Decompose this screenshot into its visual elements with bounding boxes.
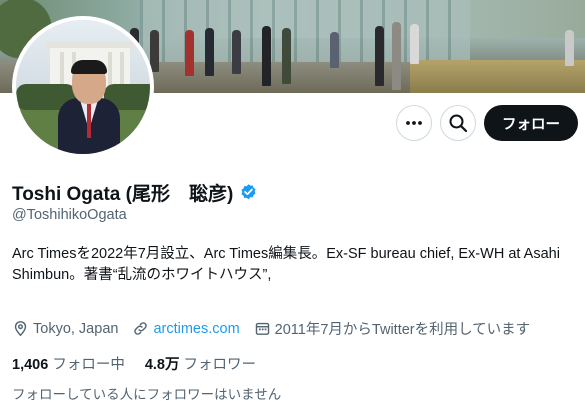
banner-person bbox=[565, 30, 574, 66]
website[interactable]: arctimes.com bbox=[132, 320, 240, 337]
banner-person bbox=[410, 24, 419, 64]
search-button[interactable] bbox=[440, 105, 476, 141]
banner-person bbox=[375, 26, 384, 86]
following-count: 1,406 bbox=[12, 357, 49, 373]
banner-person bbox=[330, 32, 339, 68]
following-stat[interactable]: 1,406 フォロー中 bbox=[12, 353, 125, 374]
banner-grass bbox=[410, 60, 585, 93]
profile-meta: Tokyo, Japan arctimes.com 2011年7月からTwitt… bbox=[12, 318, 544, 339]
user-handle: @ToshihikoOgata bbox=[12, 207, 127, 223]
website-link[interactable]: arctimes.com bbox=[153, 321, 239, 337]
profile-bio: Arc Timesを2022年7月設立、Arc Times編集長。Ex-SF b… bbox=[12, 244, 577, 286]
banner-person bbox=[150, 30, 159, 72]
bio-line: Shimbun。著書“乱流のホワイトハウス”, bbox=[12, 267, 272, 283]
follow-stats: 1,406 フォロー中 4.8万 フォロワー bbox=[12, 353, 276, 374]
verified-badge-icon[interactable] bbox=[239, 183, 258, 202]
search-icon bbox=[449, 114, 468, 133]
followers-you-know: フォローしている人にフォロワーはいません bbox=[12, 387, 282, 402]
location-text: Tokyo, Japan bbox=[33, 320, 119, 337]
name-row: Toshi Ogata (尾形 聡彦) bbox=[12, 179, 258, 206]
location: Tokyo, Japan bbox=[12, 320, 118, 337]
avatar-lanyard bbox=[87, 104, 91, 138]
banner-person bbox=[205, 28, 214, 76]
banner-person bbox=[185, 30, 194, 76]
follow-button[interactable]: フォロー bbox=[484, 105, 578, 141]
join-date: 2011年7月からTwitterを利用しています bbox=[254, 318, 531, 339]
join-date-text: 2011年7月からTwitterを利用しています bbox=[274, 322, 531, 338]
bio-line: Arc Timesを2022年7月設立、Arc Times編集長。Ex-SF b… bbox=[12, 246, 560, 262]
more-button[interactable] bbox=[396, 105, 432, 141]
followers-count: 4.8万 bbox=[144, 357, 180, 373]
banner-person bbox=[262, 26, 271, 86]
profile-avatar[interactable] bbox=[12, 16, 154, 158]
banner-person bbox=[392, 22, 401, 90]
banner-person bbox=[282, 28, 291, 84]
more-horizontal-icon bbox=[406, 121, 422, 125]
banner-person bbox=[232, 30, 241, 74]
calendar-icon bbox=[255, 322, 269, 335]
followers-label: フォロワー bbox=[183, 357, 257, 373]
followers-stat[interactable]: 4.8万 フォロワー bbox=[145, 353, 256, 374]
display-name: Toshi Ogata (尾形 聡彦) bbox=[12, 184, 234, 205]
location-pin-icon bbox=[14, 321, 27, 337]
avatar-hair bbox=[71, 60, 107, 74]
link-icon bbox=[134, 322, 148, 335]
following-label: フォロー中 bbox=[52, 357, 125, 373]
